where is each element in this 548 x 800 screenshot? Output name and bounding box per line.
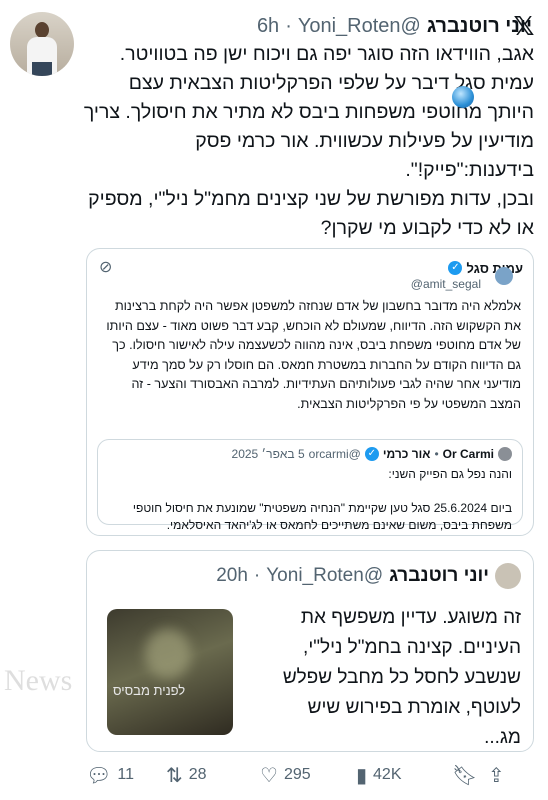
tweet-header: יוני רוטנברג @Yoni_Roten · 6h [80, 12, 532, 40]
quote-tweet-card[interactable]: יוני רוטנברג @Yoni_Roten · 20h זה משוגע.… [86, 550, 534, 752]
quote-header: יוני רוטנברג @Yoni_Roten · 20h [216, 563, 521, 589]
action-bar: 💬︎ 11 ⇅ 28 ♡ 295 ▮ 42K 🔖︎ ⇪ [86, 760, 536, 790]
inner-latin-name: Or Carmi [442, 447, 494, 461]
views-button[interactable]: ▮ 42K [356, 763, 452, 788]
author-handle[interactable]: @Yoni_Roten [298, 15, 421, 38]
quote-handle: @Yoni_Roten [266, 565, 384, 586]
tweet-text: אגב, הווידאו הזה סוגר יפה גם ויכוח ישן פ… [83, 43, 534, 239]
inner-avatar [498, 447, 512, 461]
quoted-text: אלמלא היה מדובר בחשבון של אדם שנחזה למשפ… [102, 299, 521, 411]
bookmark-button[interactable]: 🔖︎ [452, 763, 488, 788]
share-icon: ⇪ [488, 764, 505, 787]
reply-button[interactable]: 💬︎ 11 [86, 763, 166, 788]
quoted-tweet-card[interactable]: עמית סגל ✓ @amit_segal ⊘ אלמלא היה מדובר… [86, 248, 534, 536]
inner-header: Or Carmi • אור כרמי ✓ @orcarmi 5 באפר׳ 2… [232, 447, 512, 461]
like-count: 295 [283, 766, 311, 783]
watermark: News [4, 664, 73, 697]
share-button[interactable]: ⇪ [488, 763, 518, 788]
video-thumbnail[interactable]: לפנית מבסיס [107, 609, 233, 735]
globe-icon [452, 86, 474, 108]
reply-icon: 💬︎ [86, 764, 112, 787]
bookmark-icon: 🔖︎ [452, 764, 478, 787]
views-icon: ▮ [356, 764, 368, 787]
verified-icon: ✓ [448, 261, 463, 275]
x-logo-icon: 𝕏 [513, 11, 535, 41]
retweet-count: 28 [188, 766, 207, 783]
heart-icon: ♡ [260, 764, 278, 787]
quote-avatar [495, 563, 521, 589]
inner-quoted-tweet[interactable]: Or Carmi • אור כרמי ✓ @orcarmi 5 באפר׳ 2… [97, 439, 523, 532]
quote-author-name: יוני רוטנברג [389, 565, 489, 586]
quoted-header: עמית סגל ✓ [448, 257, 523, 285]
inner-text: והנה נפל גם הפייק השני: ביום 25.6.2024 ס… [132, 467, 512, 532]
avatar[interactable] [10, 12, 74, 76]
reply-count: 11 [117, 766, 134, 783]
thumbnail-caption: לפנית מבסיס [113, 683, 186, 698]
tweet: יוני רוטנברג @Yoni_Roten · 6h 𝕏 אגב, הוו… [0, 0, 548, 800]
quote-time: 20h [216, 565, 248, 586]
inner-handle: @orcarmi [308, 447, 361, 461]
inner-dot: • [434, 447, 439, 461]
like-button[interactable]: ♡ 295 [260, 763, 356, 788]
tweet-time[interactable]: 6h [257, 15, 279, 38]
inner-date: 5 באפר׳ 2025 [231, 447, 305, 461]
separator-dot: · [285, 14, 292, 37]
inner-verified-icon: ✓ [364, 447, 379, 461]
quote-text: זה משוגע. עדיין משפשף את העיניים. קצינה … [277, 607, 521, 748]
retweet-icon: ⇅ [166, 764, 183, 787]
link-icon[interactable]: ⊘ [99, 257, 112, 277]
quote-dot: · [253, 565, 261, 586]
retweet-button[interactable]: ⇅ 28 [166, 763, 260, 788]
quoted-author-handle: @amit_segal [410, 277, 481, 291]
inner-author-name: אור כרמי [382, 447, 431, 461]
view-count: 42K [373, 766, 402, 783]
quoted-avatar [495, 267, 513, 285]
